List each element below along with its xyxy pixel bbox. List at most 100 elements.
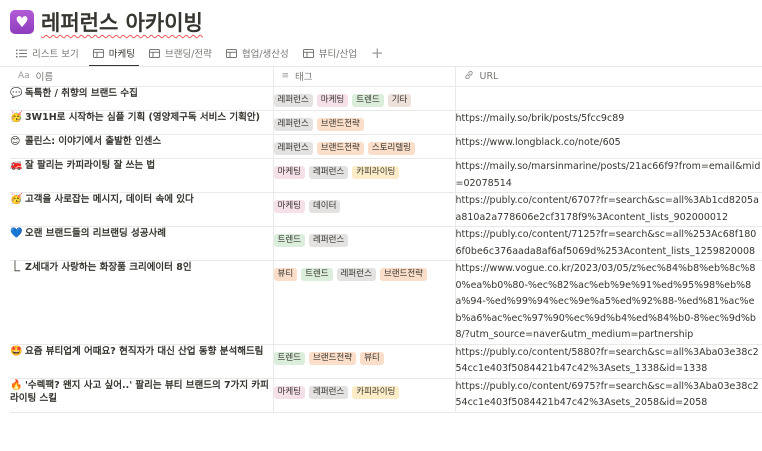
- page-emoji-icon: ⎿: [10, 262, 20, 273]
- cell-tags[interactable]: 트렌드 브랜드전략 뷰티: [273, 344, 456, 379]
- cell-url[interactable]: https://www.vogue.co.kr/2023/03/05/z%ec%…: [455, 260, 762, 345]
- tag-badge: 레퍼런스: [308, 385, 349, 399]
- cell-url[interactable]: https://www.longblack.co/note/605: [455, 134, 762, 159]
- tab-0[interactable]: 리스트 보기: [10, 42, 85, 64]
- tag-badge: 브랜드전략: [379, 268, 427, 281]
- row-title[interactable]: 독특한 / 취향의 브랜드 수집: [25, 88, 138, 99]
- table-row[interactable]: 💬 독특한 / 취향의 브랜드 수집 레퍼런스 마케팅 트렌드 기타: [10, 86, 762, 111]
- tag-badge: 데이터: [308, 200, 341, 213]
- cell-tags[interactable]: 뷰티 트렌드 레퍼런스 브랜드전략: [273, 260, 456, 345]
- tag-badge: 트렌드: [352, 94, 384, 107]
- cell-url[interactable]: [455, 86, 762, 111]
- page-emoji-icon: 😊: [10, 136, 21, 147]
- row-title[interactable]: 3W1H로 시작하는 심플 기획 (영양제구독 서비스 기획안): [25, 112, 260, 123]
- cell-url[interactable]: https://publy.co/content/6975?fr=search&…: [455, 378, 762, 413]
- add-view-button[interactable]: +: [365, 42, 390, 64]
- notion-page: ♥ 레퍼런스 아카이빙 리스트 보기 마케팅 브랜딩/전략 협업/생산성 뷰티/산업 + …: [0, 0, 762, 451]
- cell-name[interactable]: 🤩 요즘 뷰티업계 어때요? 현직자가 대신 산업 동향 분석해드림: [10, 344, 274, 379]
- column-label: 이름: [35, 72, 54, 83]
- table-row[interactable]: 💙 오랜 브랜드들의 리브랜딩 성공사례 트렌드 레퍼런스 https://publy.…: [10, 226, 762, 261]
- tab-4[interactable]: 뷰티/산업: [297, 42, 363, 64]
- table-icon: [302, 48, 314, 58]
- cell-tags[interactable]: 마케팅 레퍼런스 카피라이팅: [273, 378, 456, 413]
- tag-badge: 레퍼런스: [273, 118, 313, 131]
- tag-badge: 트렌드: [273, 351, 305, 365]
- table-row[interactable]: 😊 콜린스: 이야기에서 출발한 인센스 레퍼런스 브랜드전략 스토리텔링 https:/…: [10, 134, 762, 159]
- row-title[interactable]: 요즘 뷰티업계 어때요? 현직자가 대신 산업 동향 분석해드림: [25, 346, 263, 357]
- tag-badge: 카피라이팅: [352, 166, 400, 179]
- tag-badge: 브랜드전략: [316, 118, 364, 131]
- row-title[interactable]: 오랜 브랜드들의 리브랜딩 성공사례: [25, 228, 166, 239]
- tab-1[interactable]: 마케팅: [87, 42, 141, 67]
- cell-tags[interactable]: 마케팅 데이터: [273, 192, 456, 227]
- cell-tags[interactable]: 레퍼런스 브랜드전략 스토리텔링: [273, 134, 456, 159]
- page-emoji-icon: 🥳: [10, 112, 23, 123]
- cell-tags[interactable]: 레퍼런스 마케팅 트렌드 기타: [273, 86, 456, 111]
- tag-badge: 브랜드전략: [308, 351, 357, 365]
- cell-tags[interactable]: 마케팅 레퍼런스 카피라이팅: [273, 158, 456, 193]
- cell-tags[interactable]: 레퍼런스 브랜드전략: [273, 110, 456, 135]
- page-title[interactable]: 레퍼런스 아카이빙: [41, 7, 203, 37]
- tag-badge: 레퍼런스: [273, 142, 313, 155]
- tag-badge: 트렌드: [273, 234, 305, 247]
- tag-badge: 마케팅: [273, 166, 305, 179]
- tag-badge: 레퍼런스: [273, 94, 313, 107]
- tab-3[interactable]: 협업/생산성: [220, 42, 295, 64]
- link-icon: [464, 70, 474, 83]
- page-emoji-icon: 💙: [10, 228, 23, 239]
- table-row[interactable]: 🥳 고객을 사로잡는 메시지, 데이터 속에 있다 마케팅 데이터 https://pu…: [10, 192, 762, 227]
- tag-badge: 뷰티: [360, 351, 384, 365]
- tag-badge: 마케팅: [273, 200, 305, 213]
- column-label: URL: [479, 70, 499, 82]
- cell-name[interactable]: 🥳 3W1H로 시작하는 심플 기획 (영양제구독 서비스 기획안): [10, 110, 274, 135]
- cell-url[interactable]: https://publy.co/content/6707?fr=search&…: [455, 192, 762, 227]
- tag-badge: 카피라이팅: [352, 385, 400, 399]
- page-emoji-icon: 🥳: [10, 194, 23, 205]
- page-emoji-icon: 💬: [10, 88, 23, 99]
- cell-name[interactable]: 🥳 고객을 사로잡는 메시지, 데이터 속에 있다: [10, 192, 274, 227]
- table-row[interactable]: ⎿ Z세대가 사랑하는 화장품 크리에이터 8인 뷰티 트렌드 레퍼런스 브랜드전략 htt…: [10, 260, 762, 345]
- tag-badge: 레퍼런스: [336, 268, 376, 281]
- cell-name[interactable]: 🔥 '수렉팩? 왠지 사고 싶어..' 팔리는 뷰티 브랜드의 7가지 카피라이팅…: [10, 378, 274, 413]
- heart-emoji-icon[interactable]: ♥: [10, 10, 34, 34]
- row-title[interactable]: Z세대가 사랑하는 화장품 크리에이터 8인: [25, 262, 192, 273]
- cell-name[interactable]: 😊 콜린스: 이야기에서 출발한 인센스: [10, 134, 274, 159]
- cell-url[interactable]: https://maily.so/marsinmarine/posts/21ac…: [455, 158, 762, 193]
- cell-name[interactable]: ⎿ Z세대가 사랑하는 화장품 크리에이터 8인: [10, 260, 274, 345]
- row-title[interactable]: '수렉팩? 왠지 사고 싶어..' 팔리는 뷰티 브랜드의 7가지 카피라이팅 …: [10, 380, 269, 404]
- table-icon: [225, 48, 237, 58]
- cell-name[interactable]: 🚒 잘 팔리는 카피라이팅 잘 쓰는 법: [10, 158, 274, 193]
- tab-label: 뷰티/산업: [318, 49, 357, 60]
- table-icon: [92, 48, 104, 58]
- tag-badge: 뷰티: [273, 268, 298, 281]
- multi-select-icon: ≡: [281, 71, 290, 81]
- cell-name[interactable]: 💬 독특한 / 취향의 브랜드 수집: [10, 86, 274, 111]
- column-header-name[interactable]: Aa 이름: [10, 66, 274, 87]
- table-row[interactable]: 🤩 요즘 뷰티업계 어때요? 현직자가 대신 산업 동향 분석해드림 트렌드 브랜드전…: [10, 344, 762, 379]
- cell-url[interactable]: https://publy.co/content/7125?fr=search&…: [455, 226, 762, 261]
- row-title[interactable]: 잘 팔리는 카피라이팅 잘 쓰는 법: [25, 160, 155, 171]
- page-emoji-icon: 🤩: [10, 345, 23, 357]
- database-table: Aa 이름 ≡ 태그 URL 💬 독특한 / 취향의 브랜드 수집 레퍼런스 마…: [10, 66, 762, 413]
- tag-badge: 레퍼런스: [308, 234, 349, 247]
- table-row[interactable]: 🚒 잘 팔리는 카피라이팅 잘 쓰는 법 마케팅 레퍼런스 카피라이팅 https://m…: [10, 158, 762, 193]
- column-header-tags[interactable]: ≡ 태그: [273, 66, 456, 87]
- tag-badge: 레퍼런스: [308, 166, 349, 179]
- cell-tags[interactable]: 트렌드 레퍼런스: [273, 226, 456, 261]
- tag-badge: 트렌드: [301, 268, 333, 281]
- tab-label: 브랜딩/전략: [164, 49, 212, 60]
- column-header-url[interactable]: URL: [455, 66, 762, 87]
- column-label: 태그: [295, 72, 313, 83]
- row-title[interactable]: 고객을 사로잡는 메시지, 데이터 속에 있다: [25, 194, 194, 205]
- cell-name[interactable]: 💙 오랜 브랜드들의 리브랜딩 성공사례: [10, 226, 274, 261]
- table-row[interactable]: 🥳 3W1H로 시작하는 심플 기획 (영양제구독 서비스 기획안) 레퍼런스 브랜드…: [10, 110, 762, 135]
- page-emoji-icon: 🔥: [10, 379, 23, 391]
- tag-badge: 마케팅: [273, 385, 305, 399]
- cell-url[interactable]: https://publy.co/content/5880?fr=search&…: [455, 344, 762, 379]
- tag-badge: 스토리텔링: [367, 142, 415, 155]
- tab-2[interactable]: 브랜딩/전략: [143, 42, 218, 64]
- cell-url[interactable]: https://maily.so/brik/posts/5fcc9c89: [455, 110, 762, 135]
- row-title[interactable]: 콜린스: 이야기에서 출발한 인센스: [25, 136, 161, 147]
- table-row[interactable]: 🔥 '수렉팩? 왠지 사고 싶어..' 팔리는 뷰티 브랜드의 7가지 카피라이팅…: [10, 378, 762, 413]
- page-header: ♥ 레퍼런스 아카이빙: [10, 5, 203, 39]
